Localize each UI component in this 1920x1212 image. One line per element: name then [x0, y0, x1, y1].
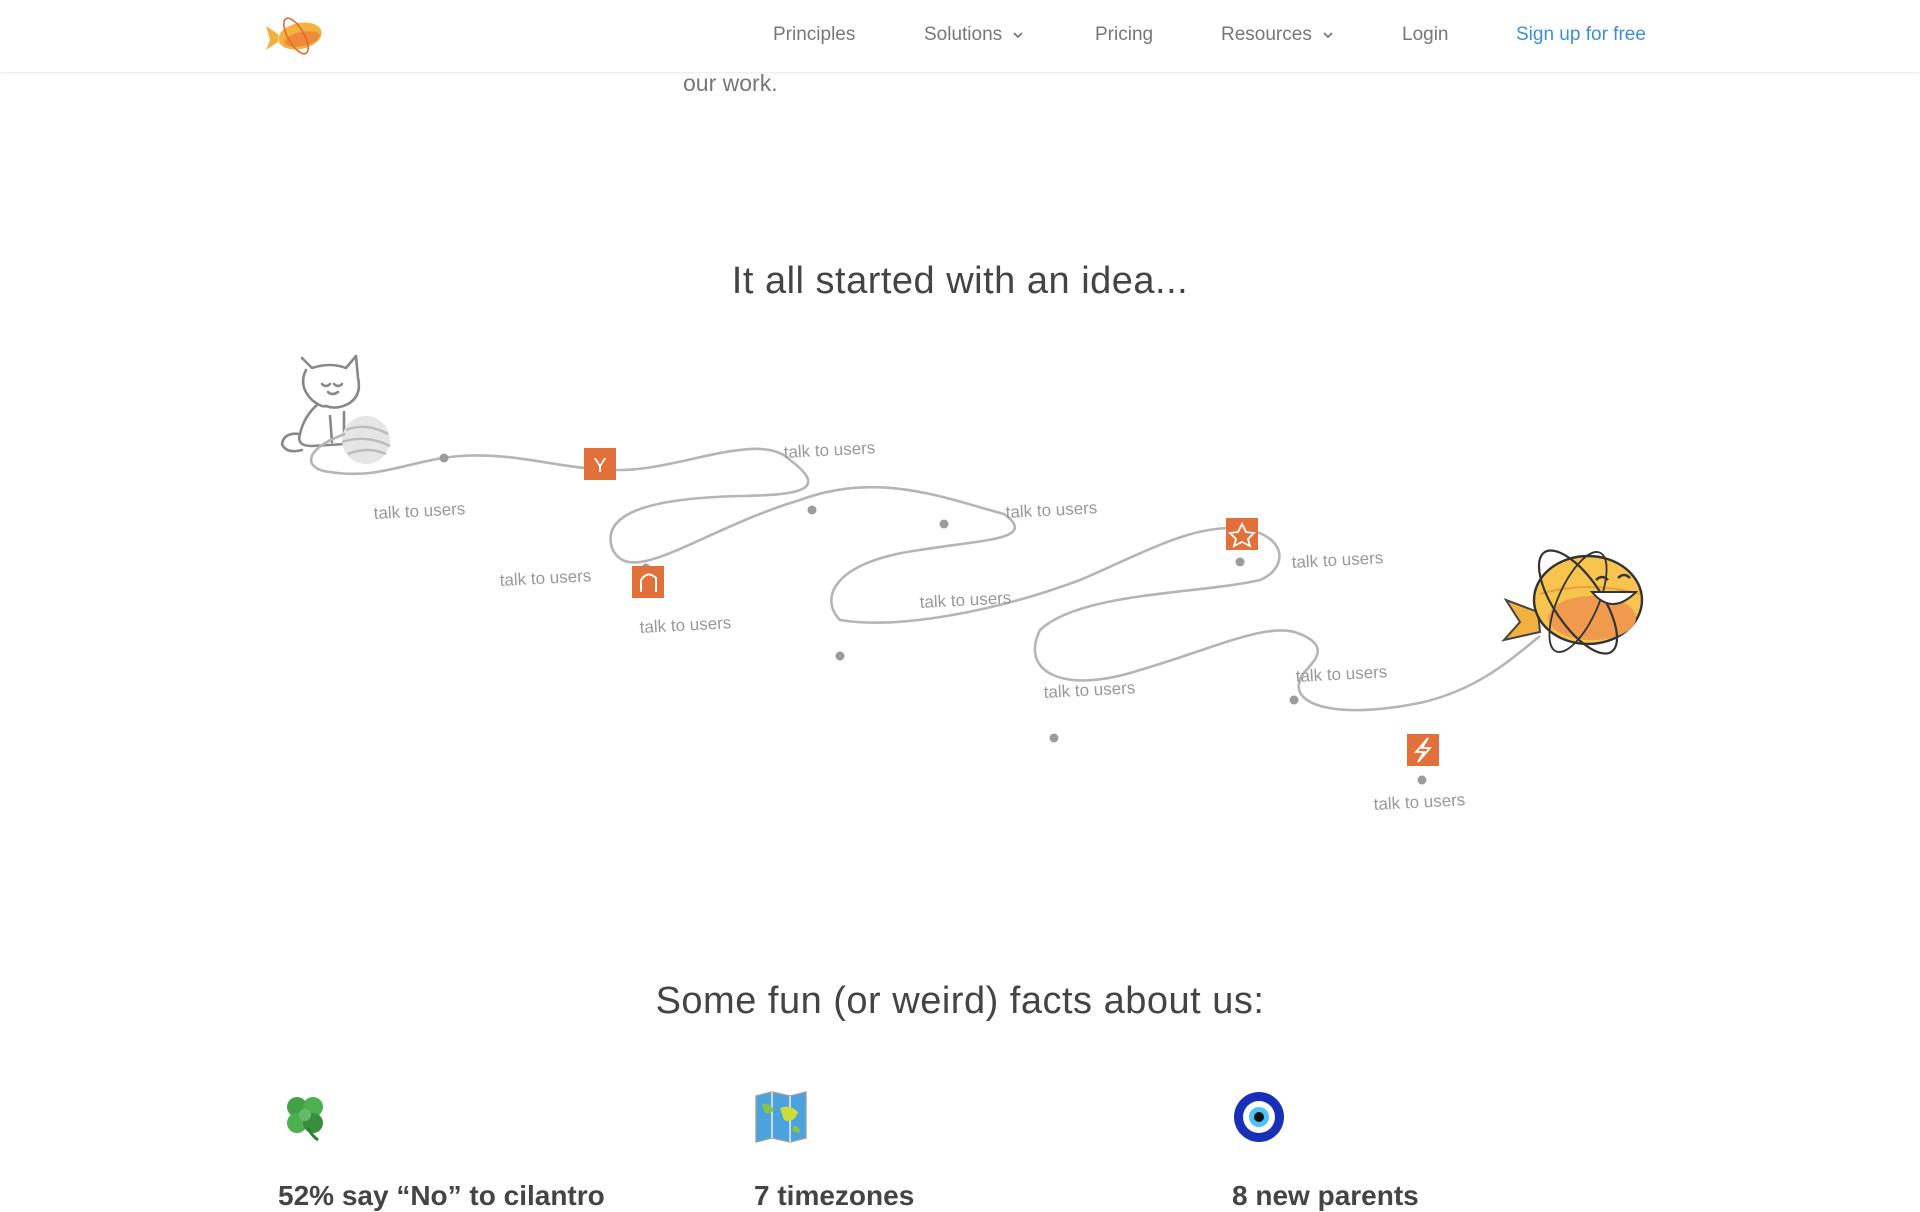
path-label: talk to users [639, 613, 732, 637]
path-label: talk to users [499, 566, 592, 590]
y-combinator-badge-icon: Y [584, 448, 616, 480]
nav-resources[interactable]: Resources [1221, 24, 1334, 46]
chevron-down-icon [1013, 32, 1023, 39]
zeppelin-logo-icon[interactable] [264, 10, 328, 62]
fact-title: 7 timezones [754, 1180, 915, 1211]
journey-title: It all started with an idea... [731, 260, 1189, 302]
yarn-ball-illustration [341, 416, 391, 464]
path-label: talk to users [1373, 790, 1466, 814]
path-label: talk to users [1005, 498, 1098, 522]
four-leaf-clover-icon [287, 1097, 323, 1142]
nav-resources-label: Resources [1221, 24, 1312, 45]
facts-title: Some fun (or weird) facts about us: [655, 980, 1265, 1022]
startup-journey-illustration: talk to users talk to users talk to user… [280, 354, 1644, 814]
nav-signup-button[interactable]: Sign up for free [1516, 24, 1646, 46]
zeppelin-mascot-illustration [1501, 549, 1644, 655]
star-badge-icon [1226, 518, 1258, 550]
nav-signup-label: Sign up for free [1516, 24, 1646, 45]
intro-text-tail: our work. [683, 70, 778, 96]
world-map-icon [755, 1091, 807, 1143]
path-label: talk to users [373, 499, 466, 523]
nav-pricing-label: Pricing [1095, 24, 1154, 45]
fact-title: 52% say “No” to cilantro [278, 1180, 605, 1211]
site-header: Principles Solutions Pricing Resources L… [0, 0, 1920, 73]
nav-principles-label: Principles [773, 24, 856, 45]
nav-pricing[interactable]: Pricing [1095, 24, 1153, 46]
nav-login-label: Login [1402, 24, 1449, 45]
badge-letter: Y [593, 455, 606, 477]
path-label: talk to users [1295, 662, 1388, 686]
fact-title: 8 new parents [1232, 1180, 1419, 1211]
nav-solutions[interactable]: Solutions [924, 24, 1024, 46]
chevron-down-icon [1323, 32, 1333, 39]
fact-card: 7 timezones [754, 1090, 914, 1211]
arch-badge-icon [632, 566, 664, 598]
lightning-badge-icon [1407, 734, 1439, 766]
path-label: talk to users [1043, 678, 1136, 702]
nazar-amulet-icon [1234, 1092, 1284, 1142]
nav-solutions-label: Solutions [924, 24, 1003, 45]
path-label: talk to users [1291, 548, 1384, 572]
fact-card: 8 new parents [1232, 1090, 1419, 1211]
fact-card: 52% say “No” to cilantro [278, 1090, 605, 1211]
nav-login[interactable]: Login [1402, 24, 1449, 46]
path-label: talk to users [919, 588, 1012, 612]
path-label: talk to users [783, 438, 876, 462]
nav-principles[interactable]: Principles [773, 24, 855, 46]
